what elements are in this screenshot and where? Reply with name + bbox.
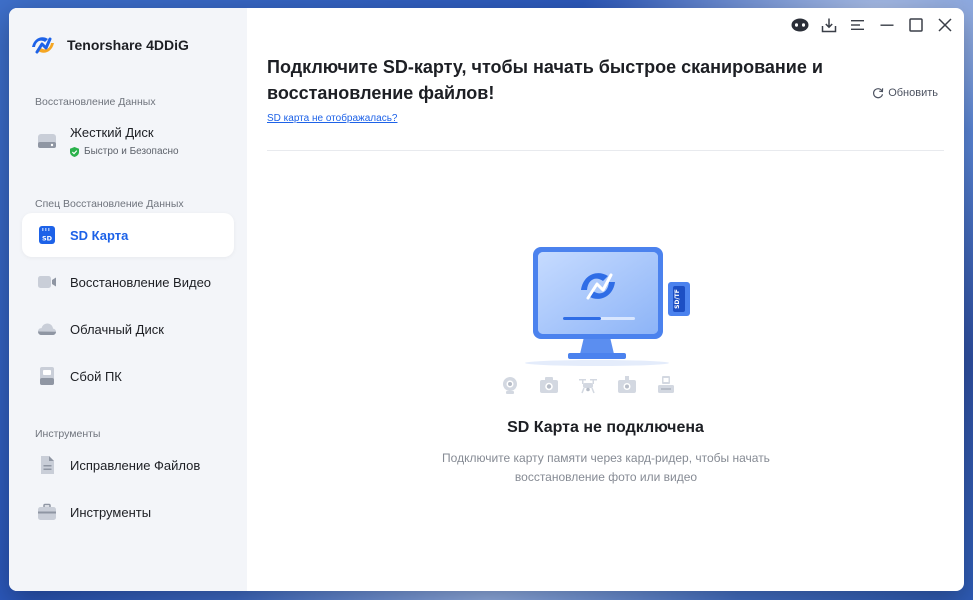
monitor-sd-illustration: SD/TF [525, 247, 690, 366]
pc-crash-icon [40, 367, 54, 385]
maximize-icon [909, 18, 923, 32]
sidebar-item-cloud-disk[interactable]: Облачный Диск [22, 307, 234, 351]
download-icon [821, 18, 837, 33]
drone-icon [579, 379, 597, 394]
sd-tf-label: SD/TF [674, 289, 681, 309]
download-button[interactable] [820, 16, 838, 34]
page-title: Подключите SD-карту, чтобы начать быстро… [267, 57, 823, 103]
section-title-tools: Инструменты [35, 428, 101, 440]
sidebar-item-label: Восстановление Видео [70, 274, 212, 290]
video-camera-icon [38, 276, 56, 288]
sidebar-item-label: SD Карта [70, 227, 129, 243]
supported-devices-row [500, 375, 676, 395]
title-bar-controls [791, 16, 954, 34]
assistant-button[interactable] [791, 16, 809, 34]
sidebar: Tenorshare 4DDiG Восстановление Данных Ж… [9, 8, 247, 591]
camera-icon [540, 377, 558, 393]
sidebar-item-sublabel: Быстро и Безопасно [84, 146, 179, 157]
sd-card-icon: SD [39, 226, 55, 244]
menu-icon [851, 20, 864, 30]
app-window: Tenorshare 4DDiG Восстановление Данных Ж… [9, 8, 964, 591]
header-divider [267, 150, 944, 151]
brand: Tenorshare 4DDiG [22, 30, 234, 60]
app-logo-icon [32, 37, 54, 54]
sidebar-item-label: Инструменты [70, 504, 152, 520]
sidebar-item-label: Облачный Диск [70, 321, 164, 337]
refresh-icon [873, 88, 884, 99]
dashcam-icon [618, 376, 636, 393]
refresh-label: Обновить [888, 87, 938, 99]
menu-button[interactable] [849, 16, 867, 34]
file-repair-icon [41, 456, 54, 474]
app-name: Tenorshare 4DDiG [67, 37, 189, 53]
sidebar-item-hard-disk[interactable]: Жесткий Диск Быстро и Безопасно [22, 114, 234, 168]
minimize-button[interactable] [878, 16, 896, 34]
toolbox-icon [38, 503, 56, 520]
minimize-icon [880, 24, 894, 26]
close-icon [938, 18, 952, 32]
main-panel: Подключите SD-карту, чтобы начать быстро… [247, 8, 964, 591]
webcam-icon [503, 377, 517, 394]
maximize-button[interactable] [907, 16, 925, 34]
sd-not-shown-link[interactable]: SD карта не отображалась? [267, 113, 397, 124]
sidebar-item-sd-card[interactable]: SD SD Карта [22, 213, 234, 257]
section-title-data-recovery: Восстановление Данных [35, 96, 156, 108]
sidebar-item-label: Исправление Файлов [70, 457, 201, 473]
empty-state-description: Подключите карту памяти через кард-ридер… [442, 451, 770, 484]
sidebar-item-label: Жесткий Диск [70, 125, 154, 140]
svg-text:SD: SD [42, 235, 53, 243]
sidebar-item-tools[interactable]: Инструменты [22, 490, 234, 534]
sidebar-item-label: Сбой ПК [70, 368, 122, 384]
assistant-icon [791, 18, 809, 32]
cloud-icon [38, 323, 56, 335]
sidebar-item-video-recovery[interactable]: Восстановление Видео [22, 260, 234, 304]
close-button[interactable] [936, 16, 954, 34]
hard-disk-icon [38, 134, 56, 148]
empty-state-title: SD Карта не подключена [507, 419, 704, 436]
card-reader-icon [658, 376, 674, 393]
refresh-button[interactable]: Обновить [872, 87, 938, 99]
shield-check-icon [70, 146, 79, 157]
sidebar-item-file-repair[interactable]: Исправление Файлов [22, 443, 234, 487]
sidebar-item-pc-crash[interactable]: Сбой ПК [22, 354, 234, 398]
section-title-special-recovery: Спец Восстановление Данных [35, 198, 184, 210]
